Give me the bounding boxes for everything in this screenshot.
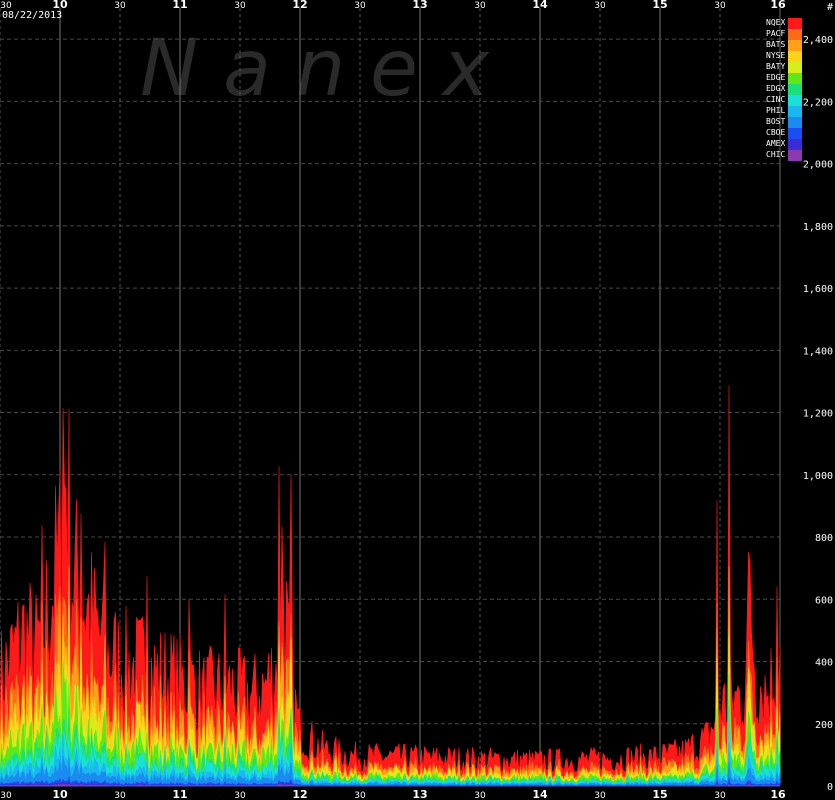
x-tick-label-bottom: 30 [0,791,12,800]
x-tick-label-top: 30 [354,1,366,11]
x-tick-label-top: 12 [292,0,307,11]
x-tick-label-bottom: 14 [532,788,548,800]
legend-swatch-nyse [788,51,802,62]
legend-swatch-amex [788,139,802,150]
y-tick-label: 1,600 [803,284,833,295]
legend-label-cboe: CBOE [766,128,785,137]
legend-swatch-chic [788,150,802,161]
date-label: 08/22/2013 [2,10,62,21]
legend-label-phil: PHIL [766,106,785,115]
x-tick-label-top: 30 [474,1,486,11]
legend-swatch-cinc [788,95,802,106]
x-tick-label-bottom: 30 [354,791,366,800]
x-tick-label-bottom: 12 [292,788,307,800]
x-tick-label-top: 11 [172,0,187,11]
trade-count-chart: N a n e x 303010103030111130301212303013… [0,0,835,800]
watermark-text: N a n e x [140,24,490,114]
x-tick-label-top: 14 [532,0,548,11]
x-tick-label-bottom: 30 [594,791,606,800]
unit-label: # [827,2,833,13]
legend-label-bost: BOST [766,117,785,126]
legend: NQEX PACF BATS NYSE BATY EDGE EDGX CINC PHIL BOST… [766,18,802,161]
y-tick-label: 2,200 [803,97,833,108]
y-tick-label: 0 [827,782,833,793]
y-tick-label: 2,000 [803,160,833,171]
legend-label-cinc: CINC [766,95,785,104]
y-tick-label: 1,200 [803,409,833,420]
x-tick-label-bottom: 10 [52,788,68,800]
x-tick-label-bottom: 16 [770,788,786,800]
y-tick-label: 1,800 [803,222,833,233]
legend-label-edgx: EDGX [766,84,785,93]
legend-swatch-nqex [788,18,802,29]
x-tick-label-bottom: 30 [474,791,486,800]
y-tick-label: 2,400 [803,35,833,46]
x-tick-label-top: 15 [652,0,667,11]
legend-label-chic: CHIC [766,150,785,159]
x-tick-label-bottom: 11 [172,788,187,800]
y-tick-label: 200 [815,720,833,731]
legend-label-pacf: PACF [766,29,785,38]
x-tick-label-bottom: 15 [652,788,667,800]
legend-label-baty: BATY [766,62,785,71]
y-tick-label: 1,000 [803,471,833,482]
y-tick-label: 600 [815,595,833,606]
legend-swatch-edgx [788,84,802,95]
x-tick-label-top: 30 [594,1,606,11]
legend-label-bats: BATS [766,40,785,49]
x-tick-label-bottom: 30 [714,791,726,800]
y-tick-label: 400 [815,658,833,669]
x-tick-label-bottom: 13 [412,788,427,800]
legend-label-nqex: NQEX [766,18,785,27]
legend-swatch-phil [788,106,802,117]
legend-swatch-baty [788,62,802,73]
x-tick-label-bottom: 30 [234,791,246,800]
y-tick-label: 800 [815,533,833,544]
legend-swatch-edge [788,73,802,84]
x-tick-label-top: 30 [114,1,126,11]
y-tick-label: 1,400 [803,346,833,357]
legend-swatch-cboe [788,128,802,139]
x-tick-label-top: 30 [714,1,726,11]
x-tick-label-bottom: 30 [114,791,126,800]
legend-label-amex: AMEX [766,139,785,148]
legend-label-nyse: NYSE [766,51,785,60]
x-tick-label-top: 16 [770,0,786,11]
x-tick-label-top: 13 [412,0,427,11]
legend-swatch-bats [788,40,802,51]
legend-swatch-bost [788,117,802,128]
x-tick-label-top: 30 [234,1,246,11]
legend-label-edge: EDGE [766,73,785,82]
legend-swatch-pacf [788,29,802,40]
